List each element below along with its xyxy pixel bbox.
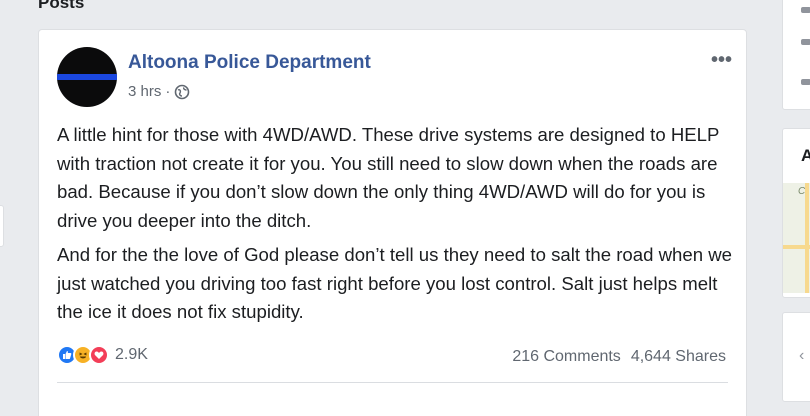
post-timestamp[interactable]: 3 hrs [128,83,161,100]
sidebar-icon[interactable] [801,7,810,13]
post-options-button[interactable]: ••• [711,49,732,72]
about-card-title: A [801,146,810,166]
chevron-left-icon[interactable]: ‹ [799,347,804,365]
meta-separator: · [165,83,171,100]
sidebar-icon[interactable] [801,79,810,85]
reaction-count: 2.9K [115,346,148,363]
comments-count-link[interactable]: 216 Comments [512,348,621,366]
reactions-summary[interactable]: 2.9K [57,345,148,365]
right-sidebar-card-bottom: ‹ [782,312,810,402]
shares-count-link[interactable]: 4,644 Shares [631,348,726,366]
avatar-stripe [57,74,117,80]
sidebar-icon[interactable] [801,39,810,45]
map-thumbnail[interactable]: Ci [783,183,810,293]
map-road [783,245,810,249]
right-sidebar-card [782,0,810,110]
section-title: Posts [38,0,85,12]
post-paragraph: And for the the love of God please don’t… [57,244,732,322]
post-card: Altoona Police Department 3 hrs · ••• A … [38,29,747,416]
post-author-link[interactable]: Altoona Police Department [128,52,371,74]
globe-icon[interactable] [174,84,190,100]
left-column-card [0,205,4,247]
love-reaction-icon [89,345,109,365]
post-stats: 216 Comments 4,644 Shares [512,348,726,366]
post-paragraph: A little hint for those with 4WD/AWD. Th… [57,124,720,231]
post-body: A little hint for those with 4WD/AWD. Th… [57,121,737,333]
post-divider [57,382,728,383]
page-avatar[interactable] [57,47,117,107]
map-road [805,183,809,293]
post-meta: 3 hrs · [128,83,190,100]
right-about-card: A Ci [782,128,810,298]
